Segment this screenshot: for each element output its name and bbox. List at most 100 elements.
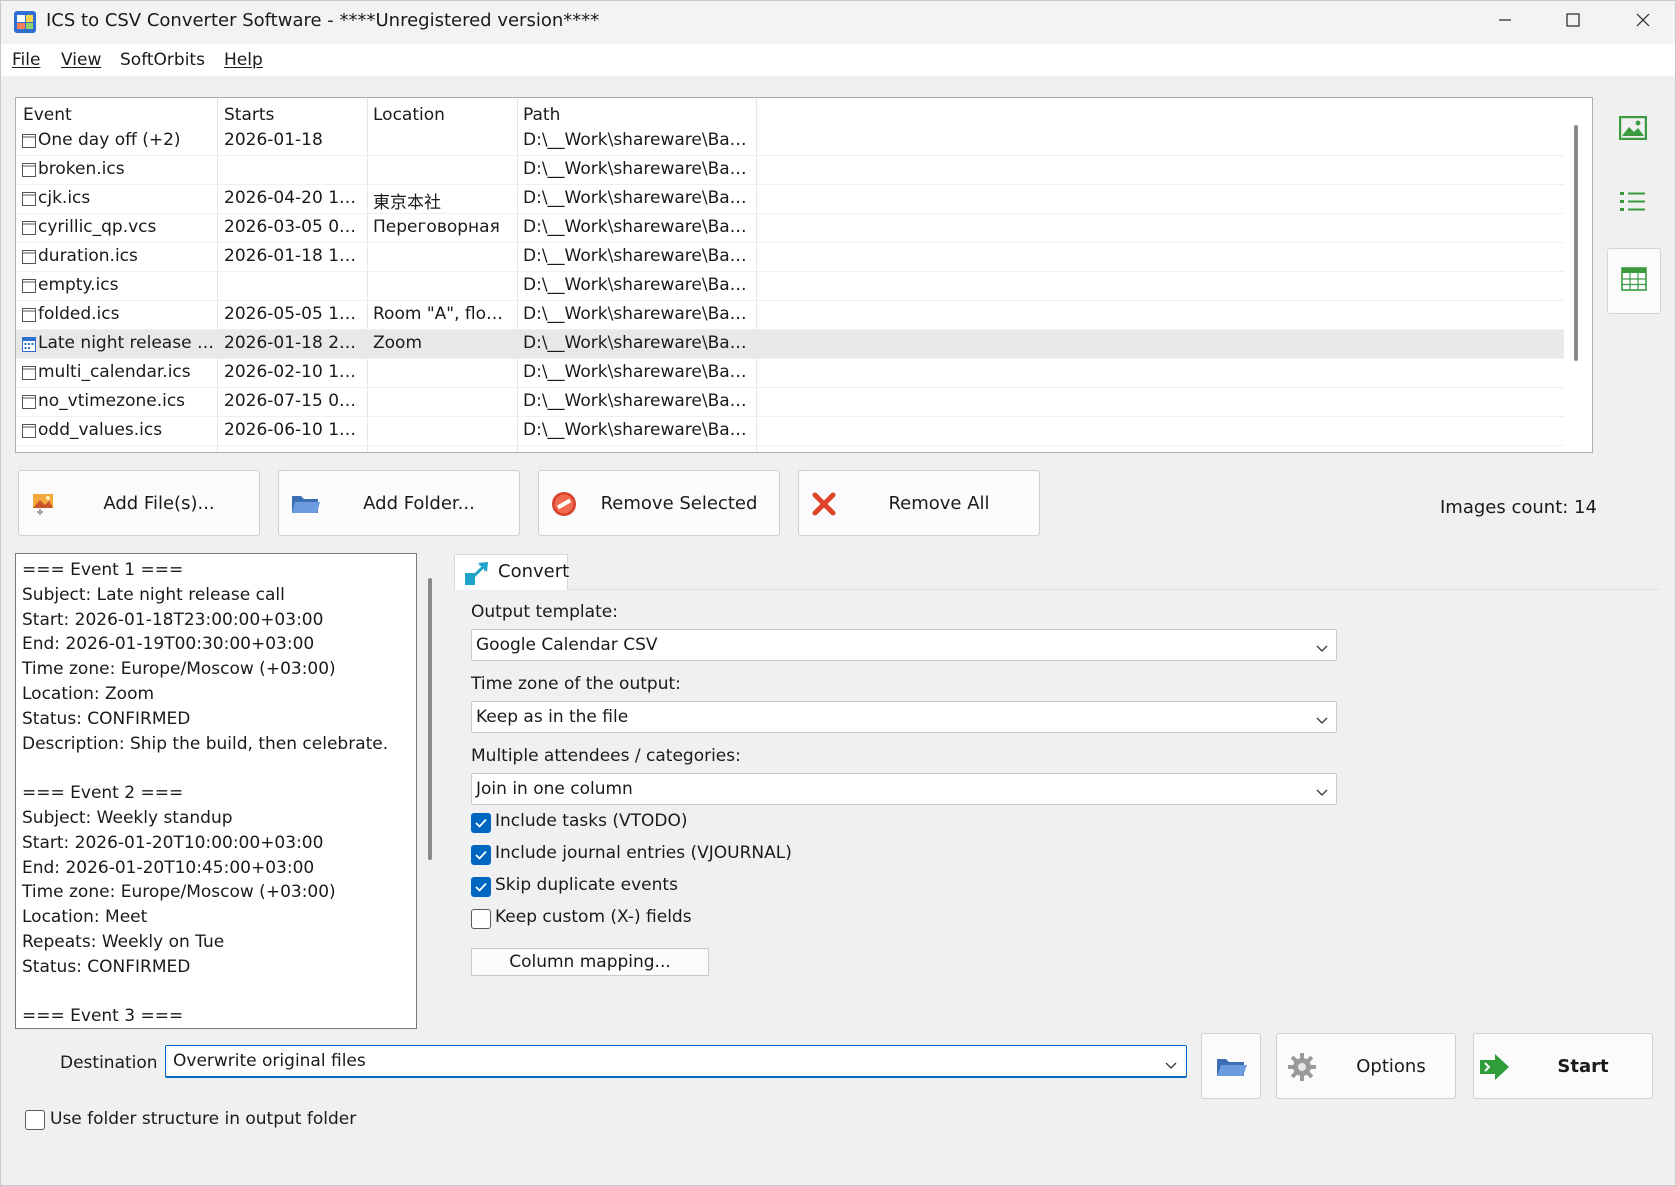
timezone-value: Keep as in the file <box>476 707 629 727</box>
file-icon <box>22 220 36 236</box>
info-line: Status: CONFIRMED <box>22 956 191 977</box>
table-row[interactable]: empty.ics D:\__Work\shareware\Batch... <box>16 272 1564 301</box>
destination-label: Destination <box>60 1053 158 1073</box>
chevron-down-icon <box>1316 639 1328 652</box>
options-button[interactable]: Options <box>1276 1033 1456 1099</box>
cell-path: D:\__Work\shareware\Batch... <box>523 130 753 150</box>
cell-path: D:\__Work\shareware\Batch... <box>523 217 753 237</box>
option-checkbox[interactable] <box>471 909 491 929</box>
table-row[interactable]: no_vtimezone.ics 2026-07-15 09:... D:\__Wo… <box>16 388 1564 417</box>
option-checkbox[interactable] <box>471 877 491 897</box>
multi-values-select[interactable]: Join in one column <box>471 773 1337 805</box>
window-title: ICS to CSV Converter Software - ****Unre… <box>46 10 600 31</box>
cell-starts: 2026-02-10 12:... <box>224 362 364 382</box>
remove-selected-button[interactable]: Remove Selected <box>538 470 780 536</box>
menu-help[interactable]: Help <box>224 50 263 70</box>
timezone-select[interactable]: Keep as in the file <box>471 701 1337 733</box>
option-checkbox[interactable] <box>471 813 491 833</box>
menu-file[interactable]: File <box>12 50 40 70</box>
file-icon <box>22 162 36 178</box>
cell-location <box>373 362 513 386</box>
info-line: End: 2026-01-20T10:45:00+03:00 <box>22 857 315 878</box>
table-row[interactable]: multi_calendar.ics 2026-02-10 12:... D:\__… <box>16 359 1564 388</box>
cell-location <box>373 130 513 154</box>
cell-path: D:\__Work\shareware\Batch... <box>523 188 753 208</box>
list-view-button[interactable] <box>1607 178 1659 230</box>
column-header-path[interactable]: Path <box>523 105 560 129</box>
cell-location <box>373 246 513 270</box>
info-box-scrollbar[interactable] <box>428 578 432 860</box>
column-header-event[interactable]: Event <box>23 105 72 129</box>
table-row[interactable]: duration.ics 2026-01-18 10:... D:\__Work\s… <box>16 243 1564 272</box>
cell-starts: 2026-06-10 12:... <box>224 420 364 440</box>
output-template-select[interactable]: Google Calendar CSV <box>471 629 1337 661</box>
info-line: === Event 2 === <box>22 783 184 804</box>
cell-event: empty.ics <box>38 275 119 295</box>
calendar-file-icon <box>22 336 36 352</box>
file-icon <box>22 394 36 410</box>
folder-structure-checkbox[interactable] <box>25 1110 45 1130</box>
maximize-button[interactable] <box>1540 0 1606 44</box>
add-image-icon <box>31 491 57 517</box>
image-view-icon <box>1618 115 1648 145</box>
options-label: Options <box>1356 1056 1426 1077</box>
cell-event: multi_calendar.ics <box>38 362 191 382</box>
cell-path: D:\__Work\shareware\Batch... <box>523 275 753 295</box>
option-checkbox-label: Skip duplicate events <box>495 875 678 895</box>
file-list-scrollbar[interactable] <box>1574 125 1578 361</box>
cell-starts: 2026-01-18 10:... <box>224 246 364 266</box>
table-row[interactable]: Late night release cal... 2026-01-18 23:.… <box>16 330 1564 359</box>
column-header-location[interactable]: Location <box>373 105 445 129</box>
tab-convert[interactable]: Convert <box>454 554 570 590</box>
table-row[interactable]: odd_values.ics 2026-06-10 12:... D:\__Work… <box>16 417 1564 446</box>
column-mapping-button[interactable]: Column mapping... <box>471 948 709 976</box>
timezone-label: Time zone of the output: <box>471 674 681 694</box>
table-view-button[interactable] <box>1607 248 1661 314</box>
table-row[interactable]: broken.ics D:\__Work\shareware\Batch... <box>16 156 1564 185</box>
table-row[interactable]: cyrillic_qp.vcs 2026-03-05 09:... Перегово… <box>16 214 1564 243</box>
info-line: === Event 3 === <box>22 1006 184 1027</box>
output-template-label: Output template: <box>471 602 618 622</box>
images-count: Images count: 14 <box>1440 497 1597 518</box>
menu-view[interactable]: View <box>61 50 101 70</box>
option-checkbox[interactable] <box>471 845 491 865</box>
close-button[interactable] <box>1610 0 1676 44</box>
add-files-button[interactable]: Add File(s)... <box>18 470 260 536</box>
menu-softorbits[interactable]: SoftOrbits <box>120 50 205 70</box>
info-line: Repeats: Weekly on Tue <box>22 932 225 952</box>
destination-select[interactable]: Overwrite original files <box>165 1045 1187 1078</box>
info-line: Start: 2026-01-18T23:00:00+03:00 <box>22 609 324 630</box>
destination-value: Overwrite original files <box>173 1051 366 1071</box>
add-folder-button[interactable]: Add Folder... <box>278 470 520 536</box>
close-icon <box>1636 12 1650 32</box>
option-checkbox-label: Include tasks (VTODO) <box>495 811 688 831</box>
thumbnail-view-button[interactable] <box>1607 104 1659 156</box>
info-line: End: 2026-01-19T00:30:00+03:00 <box>22 634 315 655</box>
chevron-down-icon <box>1316 783 1328 796</box>
event-info-box[interactable]: === Event 1 === Subject: Late night relea… <box>15 553 417 1029</box>
option-checkbox-label: Include journal entries (VJOURNAL) <box>495 843 792 863</box>
browse-folder-button[interactable] <box>1201 1033 1261 1099</box>
file-icon <box>22 191 36 207</box>
cell-location: Zoom <box>373 333 423 353</box>
file-icon <box>22 133 36 149</box>
minimize-button[interactable] <box>1472 0 1538 44</box>
maximize-icon <box>1566 12 1580 32</box>
table-row[interactable]: cjk.ics 2026-04-20 13:... 東京本社 D:\__Work\sh… <box>16 185 1564 214</box>
info-line: Location: Meet <box>22 907 148 928</box>
cell-starts: 2026-03-05 09:... <box>224 217 364 237</box>
remove-all-button[interactable]: Remove All <box>798 470 1040 536</box>
cell-starts <box>224 275 364 299</box>
start-button[interactable]: Start <box>1473 1033 1653 1099</box>
tab-convert-label: Convert <box>498 561 570 582</box>
cell-location <box>373 159 513 183</box>
cell-event: cyrillic_qp.vcs <box>38 217 157 237</box>
remove-selected-label: Remove Selected <box>600 493 758 514</box>
table-row[interactable]: One day off (+2) 2026-01-18 D:\__Work\shar… <box>16 127 1564 156</box>
table-row[interactable]: folded.ics 2026-05-05 15:... Room "A", flo… <box>16 301 1564 330</box>
column-header-starts[interactable]: Starts <box>224 105 274 129</box>
file-list[interactable]: Event Starts Location Path One day off (… <box>15 97 1593 453</box>
output-template-value: Google Calendar CSV <box>476 635 658 655</box>
cell-path: D:\__Work\shareware\Batch... <box>523 391 753 411</box>
cell-event: One day off (+2) <box>38 130 181 150</box>
